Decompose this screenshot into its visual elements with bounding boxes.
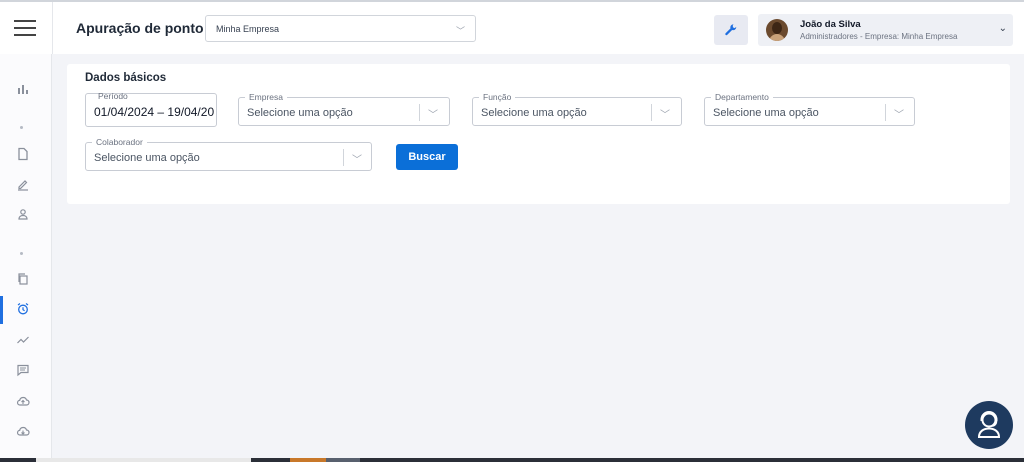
- cloud-upload-icon: [16, 396, 30, 406]
- taskbar-strip: [0, 458, 1024, 462]
- edit-icon: [18, 180, 28, 191]
- topbar-divider: [52, 2, 53, 54]
- sidebar-separator-dot: [20, 252, 23, 255]
- alarm-clock-icon: [17, 303, 29, 315]
- search-button[interactable]: Buscar: [396, 144, 458, 170]
- sidebar-item-messages[interactable]: [0, 357, 52, 385]
- chevron-down-icon: ﹀: [428, 110, 438, 121]
- empresa-placeholder: Selecione uma opção: [247, 107, 353, 119]
- sidebar-item-users[interactable]: [0, 201, 52, 229]
- period-value: 01/04/2024 – 19/04/2024: [94, 105, 214, 119]
- user-role: Administradores - Empresa: Minha Empresa: [800, 32, 958, 41]
- funcao-label: Função: [479, 92, 516, 102]
- funcao-placeholder: Selecione uma opção: [481, 107, 587, 119]
- message-icon: [17, 364, 29, 377]
- chevron-down-icon: ⌄: [998, 23, 1007, 34]
- sidebar-item-documents[interactable]: [0, 141, 52, 169]
- help-support-button[interactable]: [965, 401, 1013, 449]
- colaborador-select[interactable]: Colaborador Selecione uma opção ﹀: [85, 137, 372, 171]
- sidebar-item-download[interactable]: [0, 418, 52, 446]
- sidebar-separator-dot: [20, 126, 23, 129]
- funcao-select[interactable]: Função Selecione uma opção ﹀: [472, 92, 682, 126]
- card-title: Dados básicos: [85, 72, 167, 84]
- basic-data-card: Dados básicos Período 01/04/2024 – 19/04…: [67, 64, 1010, 204]
- colaborador-label: Colaborador: [92, 137, 147, 147]
- page-title: Apuração de ponto: [76, 20, 204, 36]
- departamento-select[interactable]: Departamento Selecione uma opção ﹀: [704, 92, 915, 126]
- departamento-label: Departamento: [711, 92, 773, 102]
- copy-icon: [18, 273, 28, 285]
- sidebar-item-copy[interactable]: [0, 266, 52, 294]
- chevron-down-icon: ﹀: [455, 26, 465, 36]
- empresa-select[interactable]: Empresa Selecione uma opção ﹀: [238, 92, 450, 126]
- wrench-button[interactable]: [714, 15, 748, 45]
- sidebar-item-timekeeping[interactable]: [0, 296, 52, 324]
- cloud-download-icon: [16, 426, 30, 436]
- sidebar-item-edit[interactable]: [0, 171, 52, 199]
- hamburger-menu-icon[interactable]: [14, 20, 36, 40]
- sidebar-item-dashboard[interactable]: [0, 76, 52, 104]
- departamento-placeholder: Selecione uma opção: [713, 107, 819, 119]
- chevron-down-icon: ﹀: [352, 155, 362, 166]
- colaborador-placeholder: Selecione uma opção: [94, 152, 200, 164]
- trend-icon: [17, 336, 29, 344]
- company-select-value: Minha Empresa: [216, 24, 280, 34]
- document-icon: [18, 147, 28, 161]
- user-icon: [18, 209, 28, 220]
- chevron-down-icon: ﹀: [660, 110, 670, 121]
- avatar: [766, 19, 788, 41]
- company-select[interactable]: Minha Empresa ﹀: [205, 15, 476, 42]
- sidebar-item-upload[interactable]: [0, 388, 52, 416]
- bar-chart-icon: [18, 85, 28, 94]
- top-bar: Apuração de ponto Minha Empresa ﹀ João d…: [0, 0, 1024, 54]
- sidebar: [0, 54, 52, 462]
- user-name: João da Silva: [800, 19, 861, 30]
- support-agent-icon: [977, 411, 1001, 438]
- wrench-icon: [725, 24, 737, 36]
- chevron-down-icon: ﹀: [894, 110, 904, 121]
- empresa-label: Empresa: [245, 92, 288, 102]
- user-menu[interactable]: João da Silva Administradores - Empresa:…: [758, 14, 1013, 46]
- period-label: Período: [98, 91, 128, 101]
- period-date-range[interactable]: Período 01/04/2024 – 19/04/2024: [85, 91, 217, 127]
- sidebar-item-trends[interactable]: [0, 327, 52, 355]
